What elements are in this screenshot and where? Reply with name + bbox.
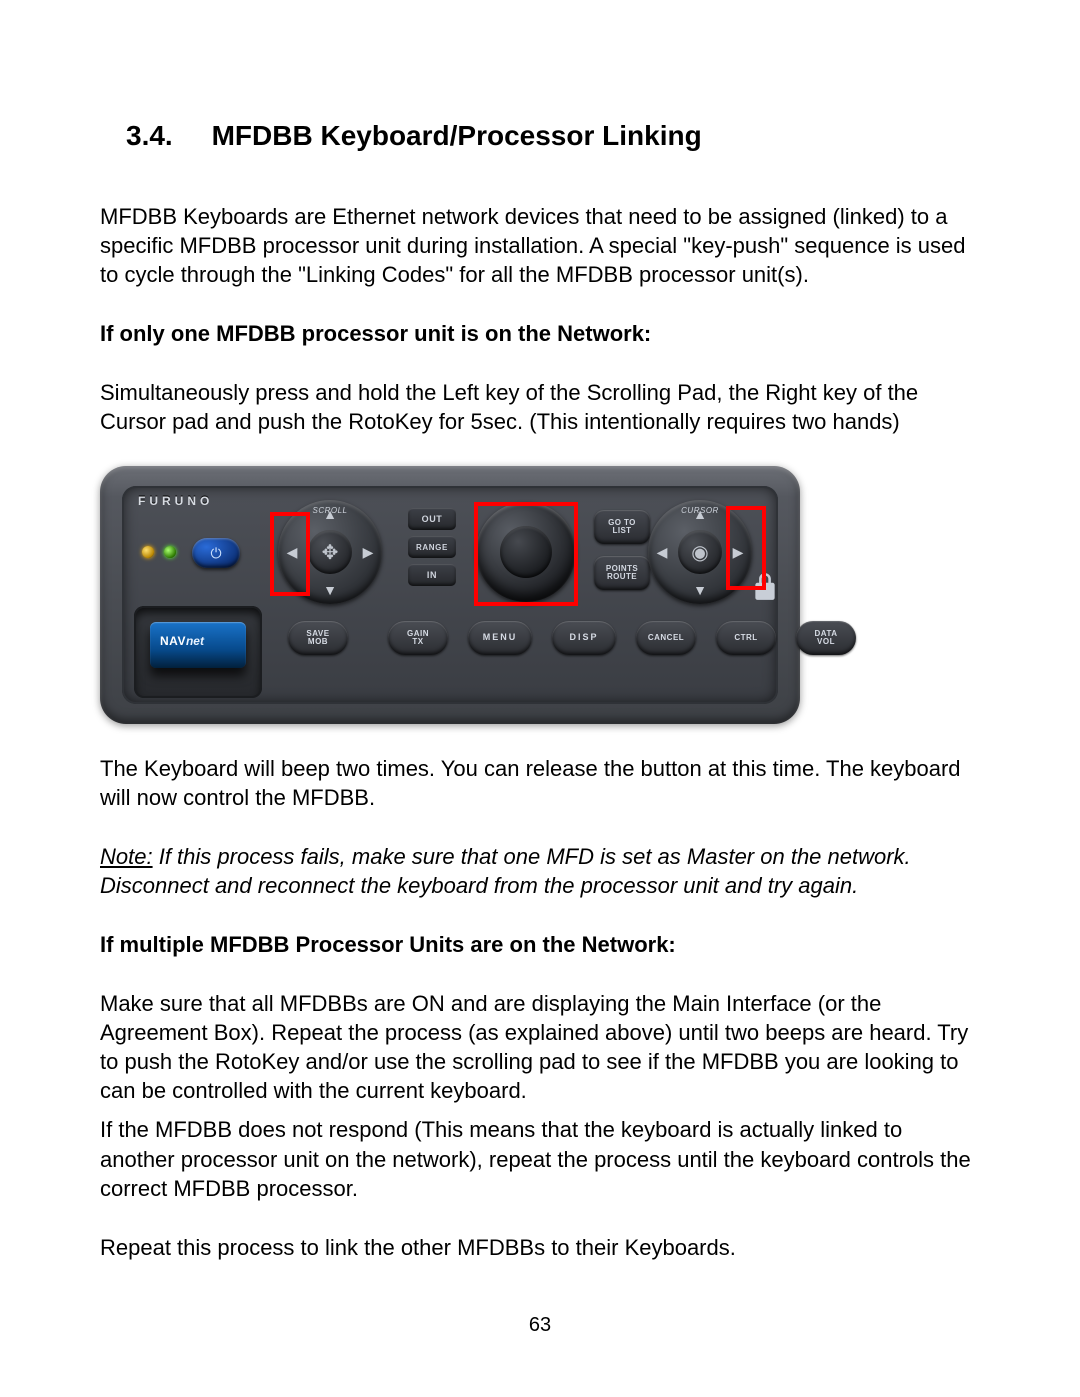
power-button[interactable]: ⏻ (192, 538, 240, 568)
card-label-suffix: net (186, 634, 204, 648)
paragraph-intro: MFDBB Keyboards are Ethernet network dev… (100, 202, 980, 289)
section-title: MFDBB Keyboard/Processor Linking (212, 120, 702, 151)
highlight-scrollpad-left (270, 512, 310, 596)
card-label: NAVnet (160, 634, 204, 648)
save-mob-l2: MOB (308, 638, 328, 646)
section-heading: 3.4. MFDBB Keyboard/Processor Linking (126, 120, 980, 152)
cursorpad-left-icon[interactable]: ◀ (652, 542, 672, 562)
paragraph-single: Simultaneously press and hold the Left k… (100, 378, 980, 436)
save-mob-button[interactable]: SAVE MOB (288, 621, 348, 655)
bottom-button-row: SAVE MOB GAIN TX MENU DISP CANCEL CTRL D… (288, 618, 770, 658)
points-route-line2: ROUTE (607, 573, 637, 581)
paragraph-multi-2: If the MFDBB does not respond (This mean… (100, 1115, 980, 1202)
scrollpad-right-icon[interactable]: ▶ (358, 542, 378, 562)
navnet-card: NAVnet (150, 622, 246, 668)
range-column: OUT RANGE IN (408, 508, 456, 586)
points-route-button[interactable]: POINTS ROUTE (594, 556, 650, 590)
brand-label: FURUNO (138, 494, 213, 508)
gain-tx-button[interactable]: GAIN TX (388, 621, 448, 655)
note-paragraph: Note: If this process fails, make sure t… (100, 842, 980, 900)
cursorpad-down-icon[interactable]: ▼ (690, 580, 710, 600)
keyboard-illustration: FURUNO ⏻ NAVnet SCROLL ▲ ▼ ◀ ▶ ✥ (100, 466, 800, 724)
highlight-cursorpad-right (726, 506, 766, 590)
cursorpad-up-icon[interactable]: ▲ (690, 504, 710, 524)
disp-button[interactable]: DISP (552, 621, 616, 655)
power-icon: ⏻ (210, 545, 221, 562)
cursorpad-center-icon[interactable]: ◉ (678, 530, 722, 574)
data-vol-l2: VOL (817, 638, 835, 646)
scrollpad-up-icon[interactable]: ▲ (320, 504, 340, 524)
section-number: 3.4. (126, 120, 173, 151)
ctrl-button[interactable]: CTRL (716, 621, 776, 655)
menu-button[interactable]: MENU (468, 621, 532, 655)
paragraph-multi-1: Make sure that all MFDBBs are ON and are… (100, 989, 980, 1105)
gain-tx-l2: TX (412, 638, 423, 646)
paragraph-after-device: The Keyboard will beep two times. You ca… (100, 754, 980, 812)
scrollpad-center-icon[interactable]: ✥ (308, 530, 352, 574)
subheading-multi: If multiple MFDBB Processor Units are on… (100, 930, 980, 959)
cancel-button[interactable]: CANCEL (636, 621, 696, 655)
range-label: RANGE (408, 536, 456, 558)
range-in-button[interactable]: IN (408, 564, 456, 586)
card-label-bold: NAV (160, 634, 186, 648)
goto-list-line2: LIST (613, 527, 632, 535)
data-vol-button[interactable]: DATA VOL (796, 621, 856, 655)
keyboard-device: FURUNO ⏻ NAVnet SCROLL ▲ ▼ ◀ ▶ ✥ (100, 466, 800, 724)
highlight-rotokey (474, 502, 578, 606)
subheading-single: If only one MFDBB processor unit is on t… (100, 319, 980, 348)
scrollpad-down-icon[interactable]: ▼ (320, 580, 340, 600)
note-prefix: Note: (100, 844, 153, 869)
goto-list-button[interactable]: GO TO LIST (594, 510, 650, 544)
paragraph-multi-3: Repeat this process to link the other MF… (100, 1233, 980, 1262)
page-number: 63 (0, 1314, 1080, 1337)
card-slot: NAVnet (134, 606, 262, 698)
document-page: 3.4. MFDBB Keyboard/Processor Linking MF… (0, 0, 1080, 1397)
note-body: If this process fails, make sure that on… (100, 844, 911, 898)
range-out-button[interactable]: OUT (408, 508, 456, 530)
